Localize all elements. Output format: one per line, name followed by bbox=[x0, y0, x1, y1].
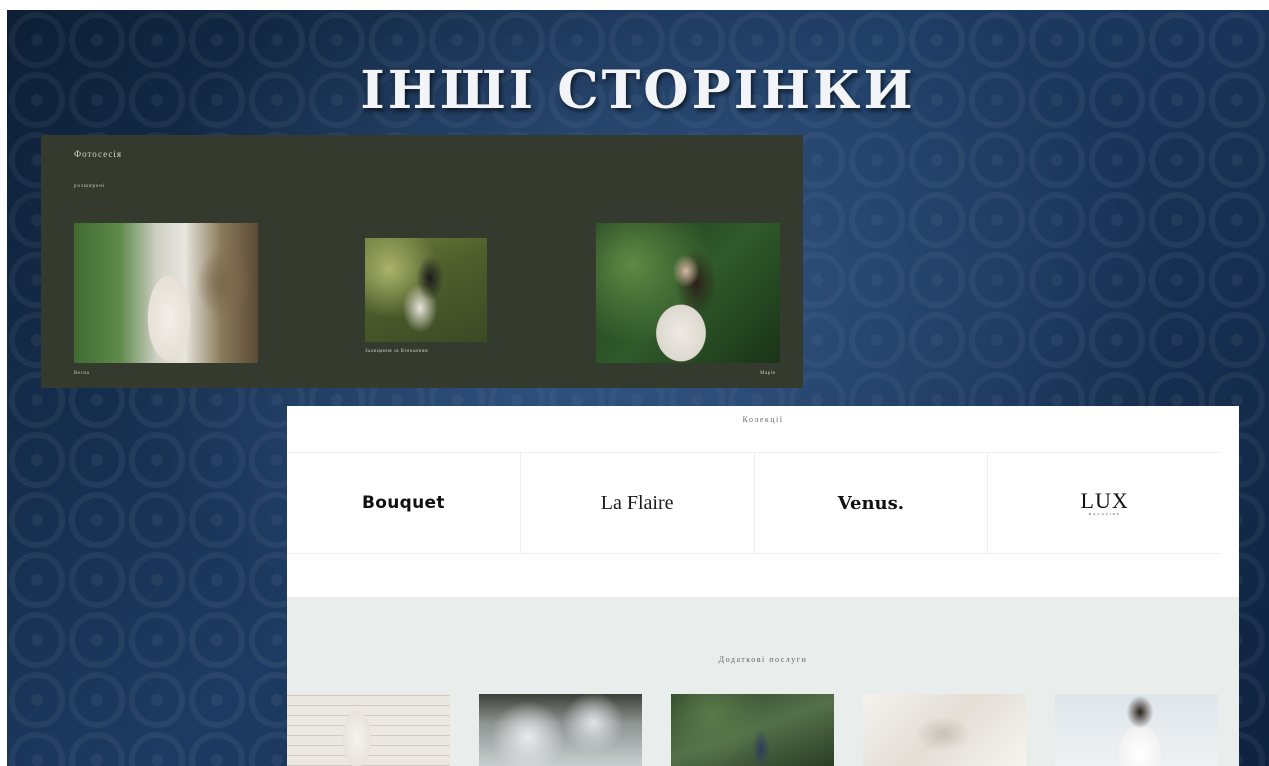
service-image-2[interactable] bbox=[479, 694, 642, 766]
gallery-photo-2[interactable] bbox=[365, 238, 487, 342]
gallery-caption-1[interactable]: Весна bbox=[74, 371, 89, 376]
collections-page-screenshot: Колекції Bouquet La Flaire Venus. LUX MA… bbox=[287, 406, 1239, 766]
logo-lux-text: LUX bbox=[1080, 488, 1129, 513]
service-image-4[interactable] bbox=[863, 694, 1026, 766]
logo-venus: Venus. bbox=[837, 492, 905, 514]
collection-logos-row: Bouquet La Flaire Venus. LUX MAGAZINE bbox=[287, 452, 1221, 554]
logo-lux-subtext: MAGAZINE bbox=[1088, 512, 1121, 516]
gallery-caption-3[interactable]: Марія bbox=[760, 371, 775, 376]
services-heading: Додаткові послуги bbox=[718, 655, 808, 664]
gallery-page-screenshot: Фотосесія розширені Весна Залицяння за В… bbox=[41, 135, 803, 388]
collections-heading: Колекції bbox=[742, 415, 784, 424]
services-section: Додаткові послуги bbox=[287, 597, 1239, 766]
logo-cell-venus[interactable]: Venus. bbox=[755, 453, 989, 553]
service-image-3[interactable] bbox=[671, 694, 834, 766]
gallery-brand[interactable]: Фотосесія bbox=[74, 149, 122, 159]
presentation-slide: ІНШІ СТОРІНКИ Фотосесія розширені Весна … bbox=[7, 10, 1269, 766]
service-image-5[interactable] bbox=[1055, 694, 1218, 766]
slide-title: ІНШІ СТОРІНКИ bbox=[360, 60, 916, 121]
service-image-1[interactable] bbox=[287, 694, 450, 766]
logo-cell-la-flaire[interactable]: La Flaire bbox=[521, 453, 755, 553]
gallery-caption-2[interactable]: Залицяння за Вінчанням bbox=[365, 349, 428, 354]
logo-lux: LUX MAGAZINE bbox=[1081, 490, 1129, 516]
logo-cell-bouquet[interactable]: Bouquet bbox=[287, 453, 521, 553]
gallery-photo-1[interactable] bbox=[74, 223, 258, 363]
gallery-subtitle: розширені bbox=[74, 184, 106, 189]
logo-cell-lux[interactable]: LUX MAGAZINE bbox=[988, 453, 1221, 553]
logo-bouquet: Bouquet bbox=[361, 493, 445, 513]
gallery-photo-3[interactable] bbox=[596, 223, 780, 363]
logo-la-flaire: La Flaire bbox=[600, 491, 674, 514]
